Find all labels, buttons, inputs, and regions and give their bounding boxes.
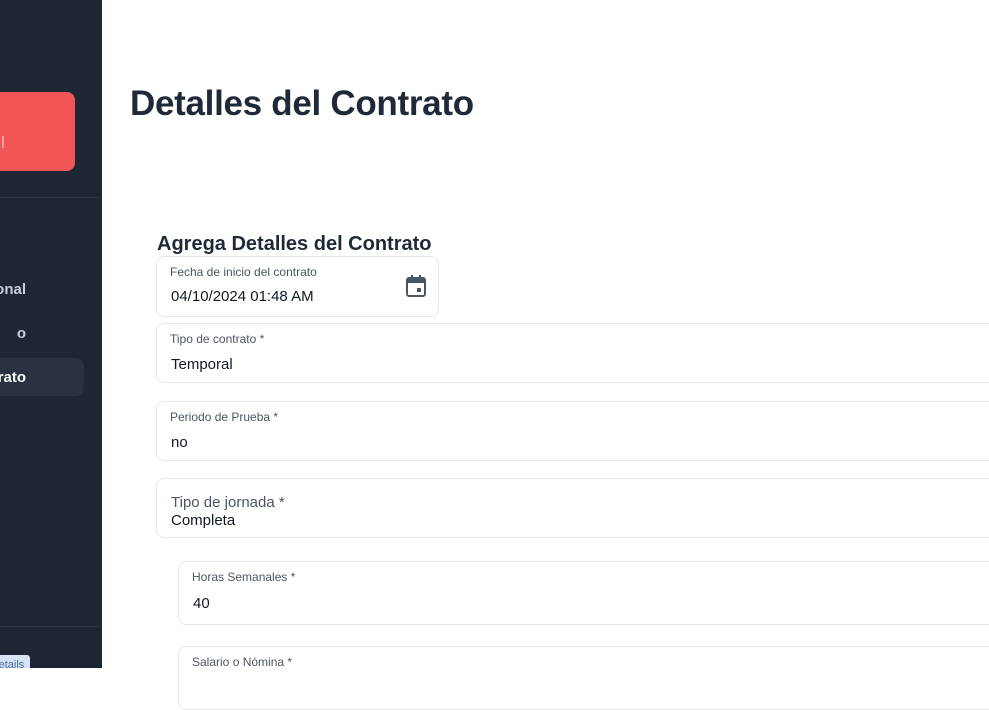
contract-type-label: Tipo de contrato * [170,332,265,346]
weekly-hours-label: Horas Semanales * [192,570,296,584]
workday-type-value: Completa [171,512,236,529]
sidebar-item-label: rato [0,368,26,386]
calendar-icon[interactable] [406,275,426,297]
brand-card[interactable] [0,92,75,171]
weekly-hours-value[interactable]: 40 [193,595,210,612]
trial-period-value: no [171,434,188,451]
contract-type-select[interactable]: Tipo de contrato * Temporal [156,323,989,383]
weekly-hours-field[interactable]: Horas Semanales * 40 [178,561,989,625]
start-date-value[interactable]: 04/10/2024 01:48 AM [171,288,314,305]
sidebar-item-contact[interactable]: o [0,314,84,352]
brand-mark [2,136,4,148]
section-title: Agrega Detalles del Contrato [157,233,432,255]
trial-period-label: Periodo de Prueba * [170,410,279,424]
start-date-label: Fecha de inicio del contrato [170,265,317,279]
sidebar-item-label: onal [0,280,26,298]
sidebar-item-contract[interactable]: rato [0,358,84,396]
sidebar: onal o rato actDetails [0,0,102,668]
trial-period-select[interactable]: Periodo de Prueba * no [156,401,989,461]
route-tag: actDetails [0,655,31,668]
sidebar-item-label: o [16,324,26,342]
page-title: Detalles del Contrato [130,84,474,123]
salary-label: Salario o Nómina * [192,655,293,669]
workday-type-label: Tipo de jornada * [171,494,285,511]
sidebar-divider [0,197,102,198]
sidebar-item-personal[interactable]: onal [0,270,84,308]
start-date-field[interactable]: Fecha de inicio del contrato 04/10/2024 … [156,256,439,317]
contract-type-value: Temporal [171,356,233,373]
workday-type-select[interactable]: Tipo de jornada * Completa [156,478,989,538]
salary-field[interactable]: Salario o Nómina * [178,646,989,710]
sidebar-divider-bottom [0,626,102,627]
